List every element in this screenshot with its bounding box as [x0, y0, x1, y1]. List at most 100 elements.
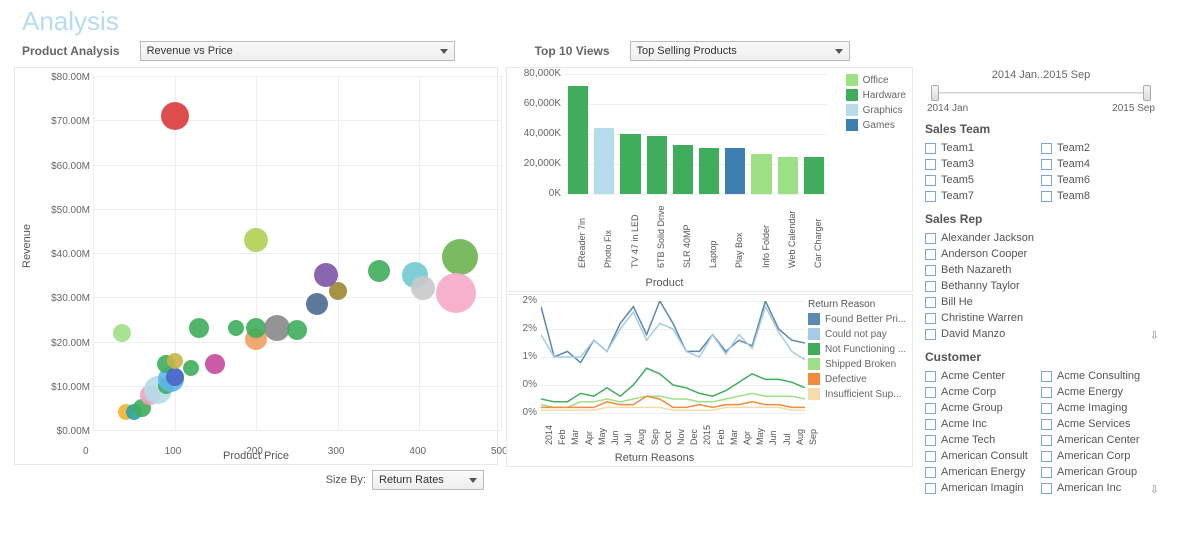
legend-item: Hardware: [846, 89, 906, 101]
customer-checkbox[interactable]: American Center: [1041, 432, 1157, 448]
team-checkbox[interactable]: Team6: [1041, 172, 1157, 188]
scatter-point[interactable]: [189, 318, 209, 338]
x-tick: Aug: [636, 429, 646, 445]
top10-dropdown-value: Top Selling Products: [637, 45, 737, 57]
y-tick: $70.00M: [51, 116, 90, 127]
rep-checkbox[interactable]: Beth Nazareth: [925, 262, 1157, 278]
team-checkbox[interactable]: Team8: [1041, 188, 1157, 204]
y-tick: $30.00M: [51, 293, 90, 304]
scatter-point[interactable]: [442, 239, 478, 275]
customer-checkbox[interactable]: Acme Center: [925, 368, 1041, 384]
team-checkbox[interactable]: Team1: [925, 140, 1041, 156]
legend-item: Defective: [808, 373, 908, 385]
scatter-point[interactable]: [228, 320, 244, 336]
legend-item: Not Functioning ...: [808, 343, 908, 355]
bar[interactable]: [568, 86, 588, 194]
customer-checkbox[interactable]: American Consult: [925, 448, 1041, 464]
y-tick: $10.00M: [51, 382, 90, 393]
checkbox-label: Christine Warren: [941, 312, 1023, 324]
rep-checkbox[interactable]: Bethanny Taylor: [925, 278, 1157, 294]
customer-checkbox[interactable]: American Inc: [1041, 480, 1157, 496]
team-checkbox[interactable]: Team5: [925, 172, 1041, 188]
scatter-point[interactable]: [161, 102, 189, 130]
sizeby-dropdown[interactable]: Return Rates: [372, 470, 484, 490]
bar[interactable]: [620, 134, 640, 194]
customer-checkbox[interactable]: Acme Corp: [925, 384, 1041, 400]
scatter-point[interactable]: [436, 273, 476, 313]
customer-checkbox[interactable]: Acme Inc: [925, 416, 1041, 432]
team-checkbox[interactable]: Team4: [1041, 156, 1157, 172]
scatter-point[interactable]: [287, 320, 307, 340]
checkbox-label: Acme Tech: [941, 434, 995, 446]
slider-thumb-start[interactable]: [931, 85, 939, 101]
scatter-point[interactable]: [205, 354, 225, 374]
bar[interactable]: [751, 154, 771, 195]
checkbox-label: American Consult: [941, 450, 1028, 462]
customer-checkbox[interactable]: American Group: [1041, 464, 1157, 480]
scatter-point[interactable]: [183, 360, 199, 376]
bar[interactable]: [725, 148, 745, 195]
rep-checkbox[interactable]: Anderson Cooper: [925, 246, 1157, 262]
customer-checkbox[interactable]: Acme Tech: [925, 432, 1041, 448]
scatter-point[interactable]: [167, 353, 183, 369]
scatter-point[interactable]: [368, 260, 390, 282]
checkbox-label: Acme Services: [1057, 418, 1130, 430]
customer-checkbox[interactable]: American Corp: [1041, 448, 1157, 464]
customer-checkbox[interactable]: Acme Services: [1041, 416, 1157, 432]
checkbox-label: Team8: [1057, 190, 1090, 202]
line-series[interactable]: [541, 301, 805, 363]
y-tick: 40,000K: [524, 128, 561, 139]
customer-checkbox[interactable]: Acme Consulting: [1041, 368, 1157, 384]
customer-checkbox[interactable]: American Energy: [925, 464, 1041, 480]
customer-checkbox[interactable]: American Imagin: [925, 480, 1041, 496]
time-range-slider[interactable]: [931, 83, 1151, 103]
y-tick: $50.00M: [51, 205, 90, 216]
slider-end-label: 2015 Sep: [1112, 103, 1155, 114]
rep-checkbox[interactable]: David Manzo: [925, 326, 1157, 342]
checkbox-label: Bill He: [941, 296, 973, 308]
checkbox-icon: [925, 435, 936, 446]
top10-dropdown[interactable]: Top Selling Products: [630, 41, 850, 61]
bar[interactable]: [804, 157, 824, 195]
x-tick: Aug: [795, 429, 805, 445]
customer-checkbox[interactable]: Acme Imaging: [1041, 400, 1157, 416]
customer-checkbox[interactable]: Acme Group: [925, 400, 1041, 416]
line-series[interactable]: [541, 307, 805, 360]
customer-checkbox[interactable]: Acme Energy: [1041, 384, 1157, 400]
customer-title: Customer: [925, 350, 1157, 364]
scatter-point[interactable]: [314, 263, 338, 287]
legend-item: Insufficient Sup...: [808, 388, 908, 400]
bar[interactable]: [699, 148, 719, 195]
bar-label: SLR 40MP: [682, 224, 692, 268]
checkbox-label: Team7: [941, 190, 974, 202]
checkbox-icon: [925, 483, 936, 494]
team-checkbox[interactable]: Team2: [1041, 140, 1157, 156]
checkbox-label: Acme Inc: [941, 418, 987, 430]
rep-checkbox[interactable]: Bill He: [925, 294, 1157, 310]
sizeby-dropdown-value: Return Rates: [379, 474, 444, 486]
team-checkbox[interactable]: Team7: [925, 188, 1041, 204]
rep-checkbox[interactable]: Alexander Jackson: [925, 230, 1157, 246]
bar[interactable]: [647, 136, 667, 195]
bar[interactable]: [778, 157, 798, 195]
checkbox-label: Acme Imaging: [1057, 402, 1127, 414]
scatter-point[interactable]: [166, 368, 184, 386]
slider-thumb-end[interactable]: [1143, 85, 1151, 101]
checkbox-label: Alexander Jackson: [941, 232, 1034, 244]
team-checkbox[interactable]: Team3: [925, 156, 1041, 172]
bar[interactable]: [673, 145, 693, 195]
y-tick: $20.00M: [51, 338, 90, 349]
x-tick: May: [755, 428, 765, 445]
x-tick: Jun: [768, 430, 778, 445]
bar[interactable]: [594, 128, 614, 194]
rep-checkbox[interactable]: Christine Warren: [925, 310, 1157, 326]
checkbox-icon: [925, 467, 936, 478]
scroll-down-icon[interactable]: ⇩: [1150, 483, 1159, 496]
scatter-point[interactable]: [244, 228, 268, 252]
scatter-point[interactable]: [264, 315, 290, 341]
scroll-down-icon[interactable]: ⇩: [1150, 329, 1159, 342]
product-analysis-dropdown[interactable]: Revenue vs Price: [140, 41, 455, 61]
x-tick: 2014: [544, 425, 554, 445]
scatter-point[interactable]: [306, 293, 328, 315]
scatter-point[interactable]: [113, 324, 131, 342]
